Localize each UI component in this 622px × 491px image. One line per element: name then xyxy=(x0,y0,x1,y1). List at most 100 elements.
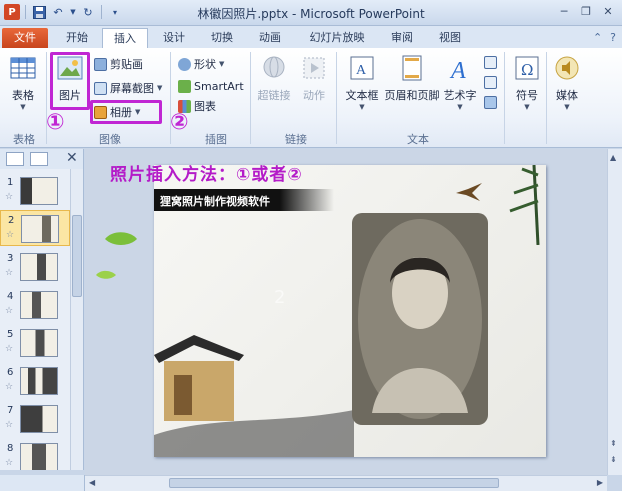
group-separator xyxy=(170,52,171,144)
slide-thumb-6[interactable]: 6 ☆ xyxy=(0,363,70,399)
slide-title[interactable]: 狸窝照片制作视频软件 xyxy=(160,193,270,209)
ribbon-right-controls: ⌃ ? xyxy=(593,31,616,44)
scroll-right-icon[interactable]: ▶ xyxy=(597,478,603,487)
clipart-icon xyxy=(94,57,107,71)
help-icon[interactable]: ? xyxy=(610,31,616,44)
group-separator xyxy=(336,52,337,144)
action-button[interactable]: 动作 xyxy=(298,54,330,103)
scrollbar-thumb[interactable] xyxy=(72,215,82,297)
minimize-ribbon-icon[interactable]: ⌃ xyxy=(593,31,602,44)
scroll-up-icon[interactable]: ▲ xyxy=(610,153,616,162)
header-footer-button[interactable]: 页眉和页脚 xyxy=(384,54,440,103)
wordart-icon: A xyxy=(449,58,466,82)
group-label-image: 图像 xyxy=(99,133,121,146)
object-button[interactable] xyxy=(484,94,497,110)
screenshot-button[interactable]: 屏幕截图 ▼ xyxy=(94,80,162,96)
thumbnail-scrollbar[interactable] xyxy=(70,169,83,470)
bird-icon xyxy=(456,183,482,201)
ribbon-tabs: 文件 开始 插入 设计 切换 动画 幻灯片放映 审阅 视图 ⌃ ? xyxy=(0,26,622,48)
title-bar: P ↶ ▼ ↻ ▾ 林徽因照片.pptx - Microsoft PowerPo… xyxy=(0,0,622,26)
restore-icon[interactable]: ❐ xyxy=(576,3,596,20)
animation-star-icon: ☆ xyxy=(5,344,14,354)
slide-number-icon xyxy=(484,75,497,89)
animation-star-icon: ☆ xyxy=(5,306,14,316)
chevron-down-icon: ▼ xyxy=(524,103,530,111)
leaf-icon xyxy=(96,270,116,279)
window-controls: ─ ❐ ✕ xyxy=(554,3,618,20)
portrait-photo[interactable] xyxy=(352,213,488,425)
animation-star-icon: ☆ xyxy=(6,230,15,240)
chart-button[interactable]: 图表 xyxy=(178,98,216,114)
wordart-button[interactable]: A 艺术字 ▼ xyxy=(442,54,478,111)
slide-thumb-image xyxy=(20,405,58,433)
animation-star-icon: ☆ xyxy=(5,192,14,202)
highlight-box-picture xyxy=(50,52,90,110)
tab-animations[interactable]: 动画 xyxy=(248,28,292,48)
slide-thumb-3[interactable]: 3 ☆ xyxy=(0,249,70,285)
tab-insert[interactable]: 插入 xyxy=(102,28,148,48)
group-separator xyxy=(250,52,251,144)
tab-transitions[interactable]: 切换 xyxy=(200,28,244,48)
slide-thumb-7[interactable]: 7 ☆ xyxy=(0,401,70,437)
slides-tab-icon[interactable] xyxy=(6,152,24,166)
group-separator xyxy=(504,52,505,144)
scrollbar-thumb[interactable] xyxy=(169,478,499,488)
tab-view[interactable]: 视图 xyxy=(428,28,472,48)
current-slide[interactable]: 狸窝照片制作视频软件 2 xyxy=(154,165,546,457)
outline-tab-icon[interactable] xyxy=(30,152,48,166)
canvas-horizontal-scrollbar[interactable]: ◀ ▶ xyxy=(85,475,607,491)
media-button[interactable]: 媒体 ▼ xyxy=(552,54,582,111)
status-corner xyxy=(0,475,85,491)
speaker-icon xyxy=(555,56,579,80)
animation-star-icon: ☆ xyxy=(5,268,14,278)
bamboo-icon xyxy=(509,165,540,245)
pavilion-illustration xyxy=(154,335,354,457)
slide-panel-tabs: ✕ xyxy=(0,149,84,169)
smartart-icon xyxy=(178,79,191,93)
slide-thumb-2[interactable]: 2 ☆ xyxy=(0,210,70,246)
tab-file[interactable]: 文件 xyxy=(2,28,48,48)
scroll-left-icon[interactable]: ◀ xyxy=(89,478,95,487)
annotation-headline: 照片插入方法：①或者② xyxy=(110,165,303,185)
tab-home[interactable]: 开始 xyxy=(56,28,98,48)
minimize-icon[interactable]: ─ xyxy=(554,3,574,20)
chevron-down-icon: ▼ xyxy=(20,103,26,111)
hyperlink-button[interactable]: 超链接 xyxy=(254,54,294,103)
slide-number-button[interactable] xyxy=(484,74,497,90)
omega-icon: Ω xyxy=(515,56,539,80)
svg-text:A: A xyxy=(356,63,367,78)
svg-text:A: A xyxy=(449,58,466,82)
animation-star-icon: ☆ xyxy=(5,382,14,392)
slide-thumb-image xyxy=(20,329,58,357)
table-button[interactable]: 表格 ▼ xyxy=(8,54,38,111)
close-panel-icon[interactable]: ✕ xyxy=(66,150,78,166)
slide-thumb-8[interactable]: 8 ☆ xyxy=(0,439,70,470)
canvas-vertical-scrollbar[interactable]: ▲ ⇞ ⇟ xyxy=(607,149,622,475)
shapes-button[interactable]: 形状 ▼ xyxy=(178,56,224,72)
chevron-down-icon: ▼ xyxy=(157,84,163,92)
close-icon[interactable]: ✕ xyxy=(598,3,618,20)
prev-slide-icon[interactable]: ⇞ xyxy=(610,439,617,448)
clipart-button[interactable]: 剪贴画 xyxy=(94,56,143,72)
slide-thumb-4[interactable]: 4 ☆ xyxy=(0,287,70,323)
animation-star-icon: ☆ xyxy=(5,420,14,430)
header-footer-icon xyxy=(402,55,422,81)
slide-thumb-5[interactable]: 5 ☆ xyxy=(0,325,70,361)
group-label-text: 文本 xyxy=(407,133,429,146)
symbol-button[interactable]: Ω 符号 ▼ xyxy=(512,54,542,111)
annotation-circle-2: ② xyxy=(170,110,189,135)
slide-thumb-image xyxy=(20,177,58,205)
chart-icon xyxy=(178,99,191,113)
tab-slideshow[interactable]: 幻灯片放映 xyxy=(298,28,376,48)
animation-star-icon: ☆ xyxy=(5,458,14,468)
tab-design[interactable]: 设计 xyxy=(152,28,196,48)
chevron-down-icon: ▼ xyxy=(457,103,463,111)
next-slide-icon[interactable]: ⇟ xyxy=(610,455,617,464)
action-icon xyxy=(303,57,325,79)
slide-thumb-image xyxy=(20,367,58,395)
date-time-button[interactable] xyxy=(484,54,497,70)
slide-thumb-1[interactable]: 1 ☆ xyxy=(0,173,70,209)
textbox-button[interactable]: A 文本框 ▼ xyxy=(342,54,382,111)
tab-review[interactable]: 审阅 xyxy=(380,28,424,48)
smartart-button[interactable]: SmartArt xyxy=(178,78,244,94)
